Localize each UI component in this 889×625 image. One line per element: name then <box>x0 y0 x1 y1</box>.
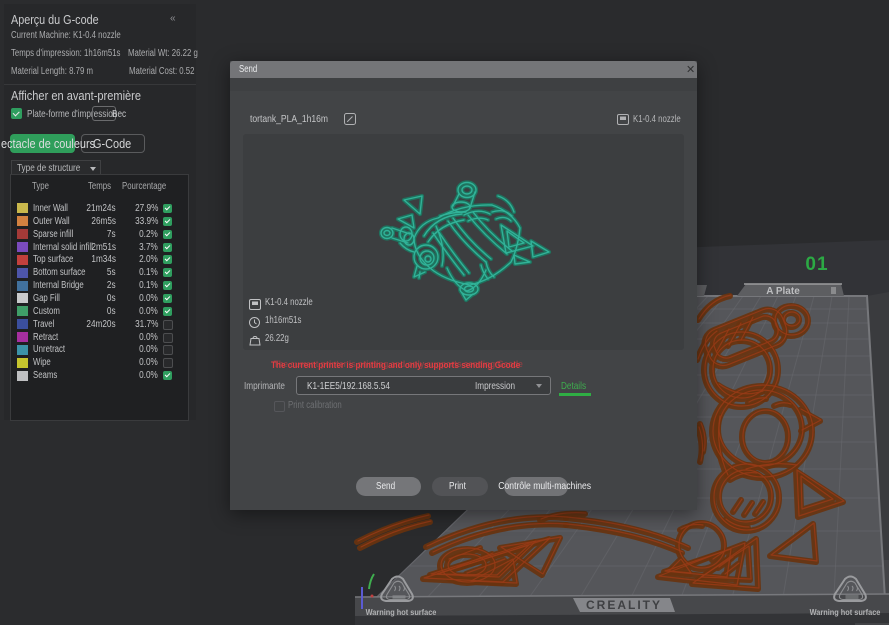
svg-text:A Plate: A Plate <box>766 286 800 297</box>
svg-text:CREALITY: CREALITY <box>586 598 662 612</box>
svg-text:Warning hot surface: Warning hot surface <box>366 608 437 617</box>
svg-text:Warning hot surface: Warning hot surface <box>810 608 881 617</box>
svg-text:01: 01 <box>805 254 828 275</box>
